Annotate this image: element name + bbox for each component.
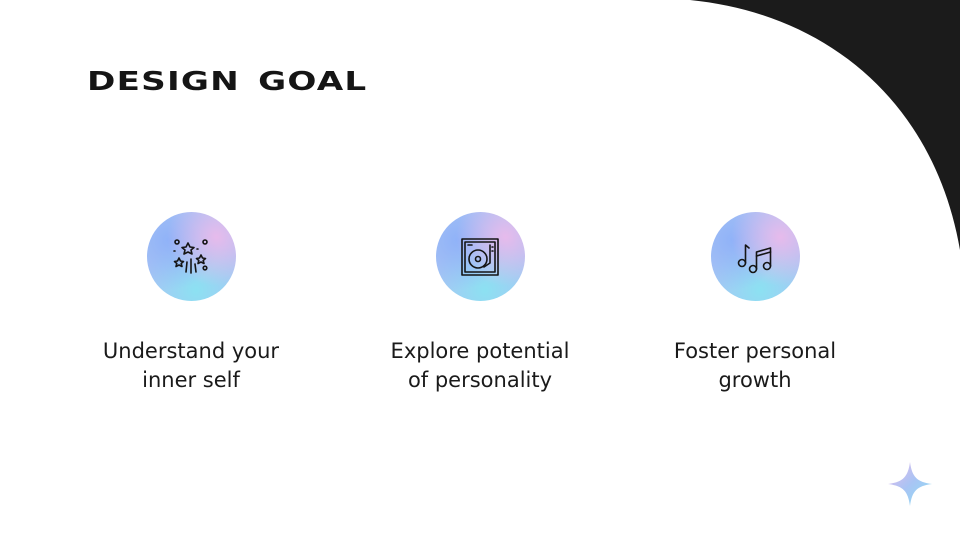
music-notes-icon [737, 243, 772, 273]
goal-text: Foster personal growth [673, 339, 837, 392]
icon-circle [146, 212, 236, 301]
goal-item-3: Foster personal growth [635, 212, 875, 395]
goal-text: Explore potential of personality [390, 339, 570, 392]
fireworks-icon [173, 238, 208, 274]
icon-circle [710, 212, 800, 301]
sparkle-star-icon [888, 462, 932, 506]
goal-item-2: Explore potential of personality [360, 212, 600, 395]
turntable-icon [461, 237, 499, 276]
goal-item-1: Understand your inner self [71, 212, 311, 395]
goal-text: Understand your inner self [102, 339, 280, 392]
slide-title: Design Goal [87, 57, 368, 100]
slide: Design Goal Understand your inner self [0, 0, 960, 540]
icon-circle [435, 212, 525, 301]
